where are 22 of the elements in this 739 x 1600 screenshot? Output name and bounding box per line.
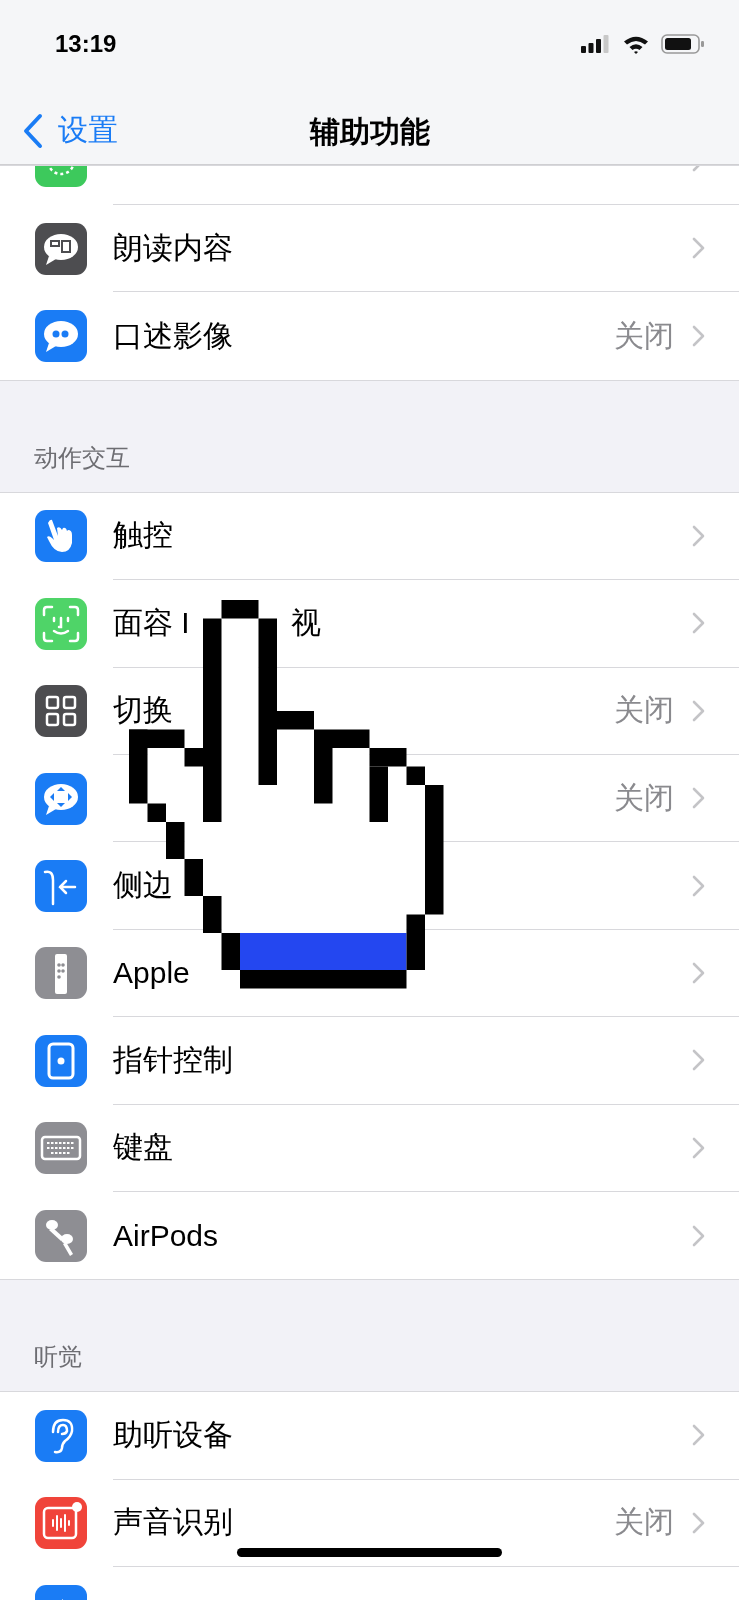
row-label: 口述影像 xyxy=(113,317,233,354)
row-label: 声音识别 xyxy=(113,1504,233,1541)
row-label: 侧边 xyxy=(113,867,173,904)
back-button[interactable]: 设置 xyxy=(18,106,122,155)
section-header: 听觉 xyxy=(34,1342,82,1373)
section-header: 动作交互 xyxy=(34,442,130,473)
row-value: 关闭 xyxy=(614,317,674,354)
row-value: 关闭 xyxy=(614,779,674,816)
row-value: 关闭 xyxy=(614,692,674,729)
row-label: AirPods xyxy=(113,1218,219,1253)
status-time: 13:19 xyxy=(55,30,117,58)
row-label: 视 xyxy=(291,604,321,641)
row-label: 面容 I xyxy=(113,604,190,641)
row-label: Apple xyxy=(113,955,190,990)
row-value: 关闭 xyxy=(614,1504,674,1541)
row-label: 触控 xyxy=(113,517,173,554)
row-label: 助听设备 xyxy=(113,1417,233,1453)
row-label: 指针控制 xyxy=(113,1041,233,1078)
row-label: 朗读内容 xyxy=(113,229,233,266)
row-label: 键盘 xyxy=(113,1129,173,1166)
row-label: 切换 xyxy=(113,692,173,729)
page-title: 辅助功能 xyxy=(309,113,430,150)
